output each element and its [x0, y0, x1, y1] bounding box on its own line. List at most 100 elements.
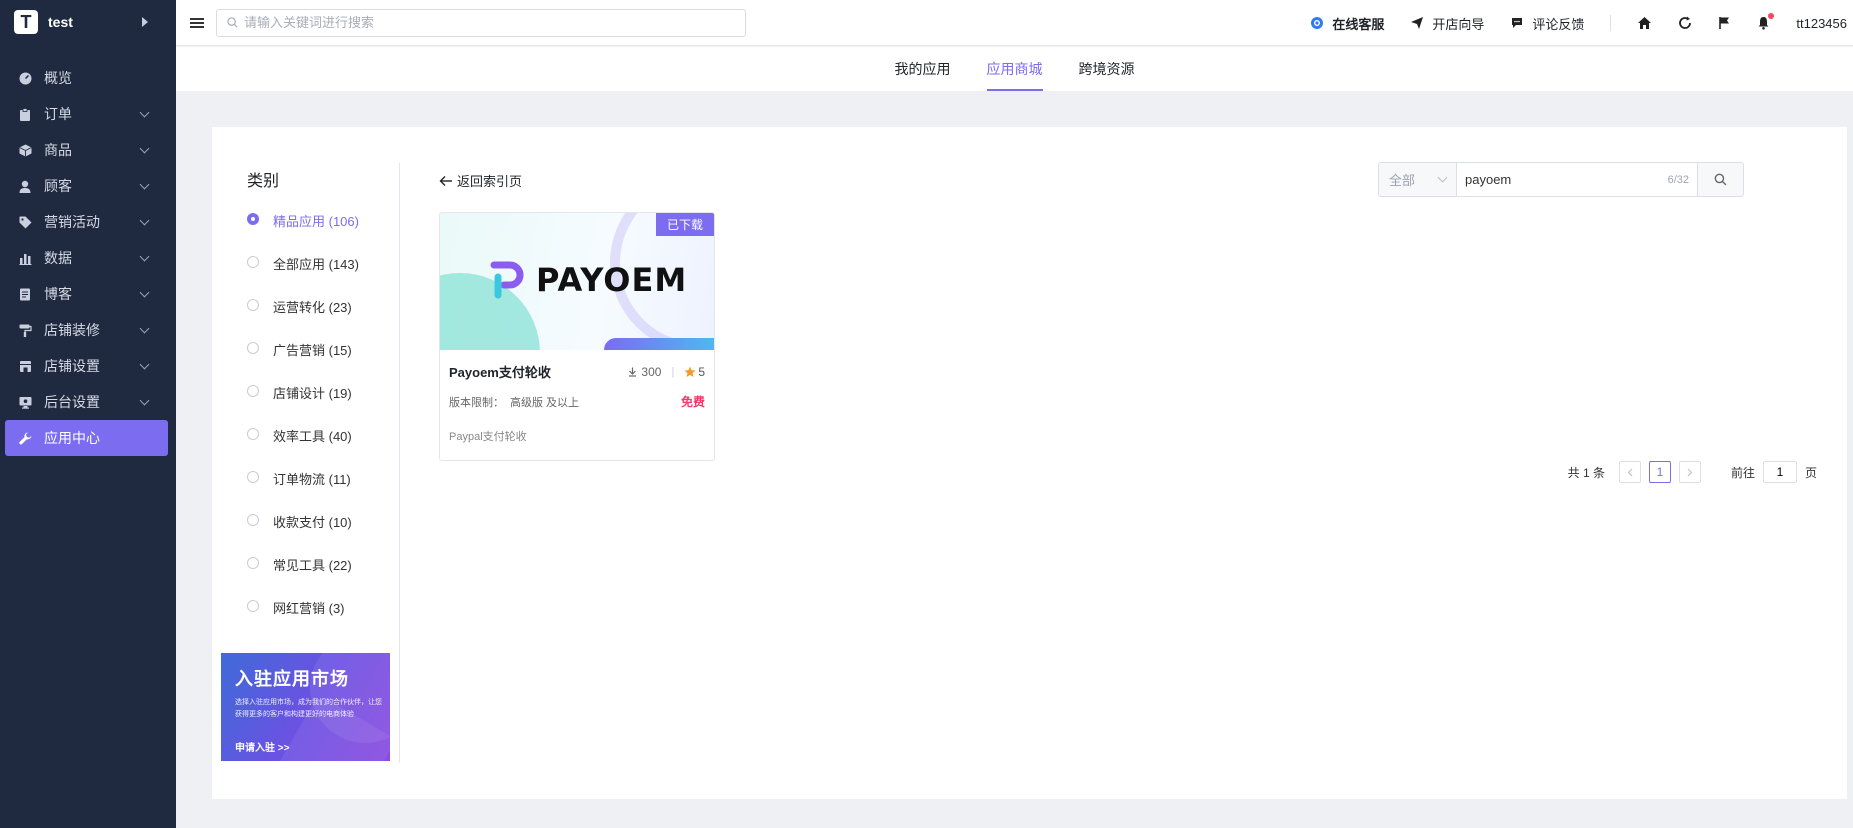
banner-cta-link[interactable]: 申请入驻 >>: [235, 739, 289, 754]
category-list: 精品应用 (106) 全部应用 (143) 运营转化 (23) 广告营销 (15) 店铺…: [247, 211, 359, 641]
headset-icon: [1311, 17, 1324, 29]
chevron-down-icon[interactable]: [139, 251, 150, 261]
back-to-index-link[interactable]: 返回索引页: [439, 171, 522, 190]
sidebar-item-label: 应用中心: [44, 430, 100, 446]
feedback-label: 评论反馈: [1532, 16, 1585, 32]
sidebar-item[interactable]: 店铺设置: [0, 348, 176, 384]
download-count: 300: [628, 365, 661, 379]
download-icon: [629, 367, 637, 377]
sidebar-item[interactable]: 概览: [0, 60, 176, 96]
version-limit-value: 高级版 及以上: [510, 396, 580, 409]
total-count: 共 1 条: [1567, 465, 1605, 480]
sidebar-item[interactable]: 后台设置: [0, 384, 176, 420]
tab-item[interactable]: 我的应用: [877, 47, 969, 91]
sidebar-item[interactable]: 店铺装修: [0, 312, 176, 348]
app-store-panel: 类别 精品应用 (106) 全部应用 (143) 运营转化 (23) 广告营销 (15…: [212, 127, 1847, 799]
sidebar-item[interactable]: 应用中心: [5, 420, 168, 456]
store-guide-label: 开店向导: [1432, 16, 1485, 32]
category-item[interactable]: 全部应用 (143): [247, 254, 359, 297]
sidebar-item[interactable]: 博客: [0, 276, 176, 312]
rating: 5: [684, 365, 705, 379]
global-search-input[interactable]: [244, 15, 745, 30]
bell-icon[interactable]: [1757, 13, 1775, 30]
category-label: 常见工具 (22): [273, 558, 352, 573]
tab-item[interactable]: 应用商城: [969, 47, 1061, 91]
chevron-down-icon[interactable]: [139, 143, 150, 153]
scope-select-value: 全部: [1389, 173, 1416, 188]
notification-dot: [1768, 13, 1775, 19]
app-card[interactable]: PAYOEM 已下载 Payoem支付轮收 300 | 5 版本限制： 高级版 及…: [439, 212, 715, 461]
chevron-down-icon[interactable]: [139, 395, 150, 405]
category-radio[interactable]: [247, 299, 259, 311]
category-item[interactable]: 店铺设计 (19): [247, 383, 359, 426]
sidebar-item-label: 店铺设置: [44, 358, 100, 374]
box-icon: [18, 143, 32, 157]
category-radio[interactable]: [247, 557, 259, 569]
caret-right-icon[interactable]: [142, 17, 148, 27]
topbar-actions: 在线客服 开店向导 评论反馈 tt123456: [1310, 0, 1847, 46]
category-label: 订单物流 (11): [273, 472, 351, 487]
page-number-button[interactable]: 1: [1648, 461, 1671, 483]
sidebar-item[interactable]: 数据: [0, 240, 176, 276]
chevron-left-icon: [1627, 468, 1633, 476]
app-name[interactable]: Payoem支付轮收: [449, 362, 628, 381]
sidebar: T test 概览订单商品 顾客营销活动数据 博客 店铺装修店铺设置后台设置应用中心: [0, 0, 176, 828]
tab-item[interactable]: 跨境资源: [1061, 47, 1153, 91]
sidebar-item-label: 营销活动: [44, 214, 100, 230]
category-item[interactable]: 广告营销 (15): [247, 340, 359, 383]
sidebar-item-label: 订单: [44, 106, 72, 122]
category-item[interactable]: 网红营销 (3): [247, 598, 359, 641]
category-radio[interactable]: [247, 600, 259, 612]
monitor-icon: [18, 395, 32, 409]
feedback-link[interactable]: 评论反馈: [1510, 14, 1584, 33]
app-search-input[interactable]: [1465, 172, 1668, 187]
global-search[interactable]: [216, 8, 746, 37]
prev-page-button[interactable]: [1618, 461, 1641, 483]
category-item[interactable]: 效率工具 (40): [247, 426, 359, 469]
sidebar-item[interactable]: 订单: [0, 96, 176, 132]
app-description: Paypal支付轮收: [449, 431, 527, 443]
category-radio[interactable]: [247, 428, 259, 440]
price-badge: 免费: [680, 395, 705, 409]
category-radio[interactable]: [247, 385, 259, 397]
home-icon[interactable]: [1637, 16, 1652, 30]
menu-toggle-icon[interactable]: [190, 17, 204, 28]
app-search-field[interactable]: 6/32: [1456, 162, 1698, 197]
chevron-down-icon[interactable]: [139, 107, 150, 117]
chevron-down-icon[interactable]: [139, 179, 150, 189]
refresh-icon[interactable]: [1678, 16, 1692, 30]
category-item[interactable]: 订单物流 (11): [247, 469, 359, 512]
online-service-link[interactable]: 在线客服: [1310, 14, 1384, 33]
app-search-button[interactable]: [1698, 162, 1744, 197]
category-radio[interactable]: [247, 256, 259, 268]
join-market-banner[interactable]: 入驻应用市场 选择入驻应用市场，成为我们的合作伙伴，让您获得更多的客户和构建更好…: [221, 653, 390, 761]
category-item[interactable]: 运营转化 (23): [247, 297, 359, 340]
chevron-down-icon[interactable]: [139, 287, 150, 297]
category-item[interactable]: 收款支付 (10): [247, 512, 359, 555]
store-name[interactable]: test: [48, 14, 142, 30]
dashboard-icon: [18, 71, 32, 85]
app-logo[interactable]: T: [14, 10, 38, 34]
chevron-down-icon[interactable]: [139, 359, 150, 369]
sidebar-item[interactable]: 营销活动: [0, 204, 176, 240]
category-item[interactable]: 常见工具 (22): [247, 555, 359, 598]
category-radio[interactable]: [247, 342, 259, 354]
next-page-button[interactable]: [1678, 461, 1701, 483]
sidebar-item[interactable]: 商品: [0, 132, 176, 168]
scope-select[interactable]: 全部: [1378, 162, 1456, 197]
app-filter: 全部 6/32: [1378, 162, 1744, 197]
category-radio[interactable]: [247, 514, 259, 526]
category-label: 网红营销 (3): [273, 601, 345, 616]
store-guide-link[interactable]: 开店向导: [1410, 14, 1484, 33]
category-item[interactable]: 精品应用 (106): [247, 211, 359, 254]
category-radio[interactable]: [247, 471, 259, 483]
chevron-down-icon[interactable]: [139, 215, 150, 225]
flag-icon[interactable]: [1718, 16, 1731, 30]
version-limit-label: 版本限制：: [449, 396, 504, 409]
chevron-down-icon[interactable]: [139, 323, 150, 333]
goto-page-input[interactable]: [1762, 461, 1797, 483]
category-label: 运营转化 (23): [273, 300, 352, 315]
category-radio[interactable]: [247, 213, 259, 225]
username[interactable]: tt123456: [1796, 16, 1847, 31]
sidebar-item[interactable]: 顾客: [0, 168, 176, 204]
